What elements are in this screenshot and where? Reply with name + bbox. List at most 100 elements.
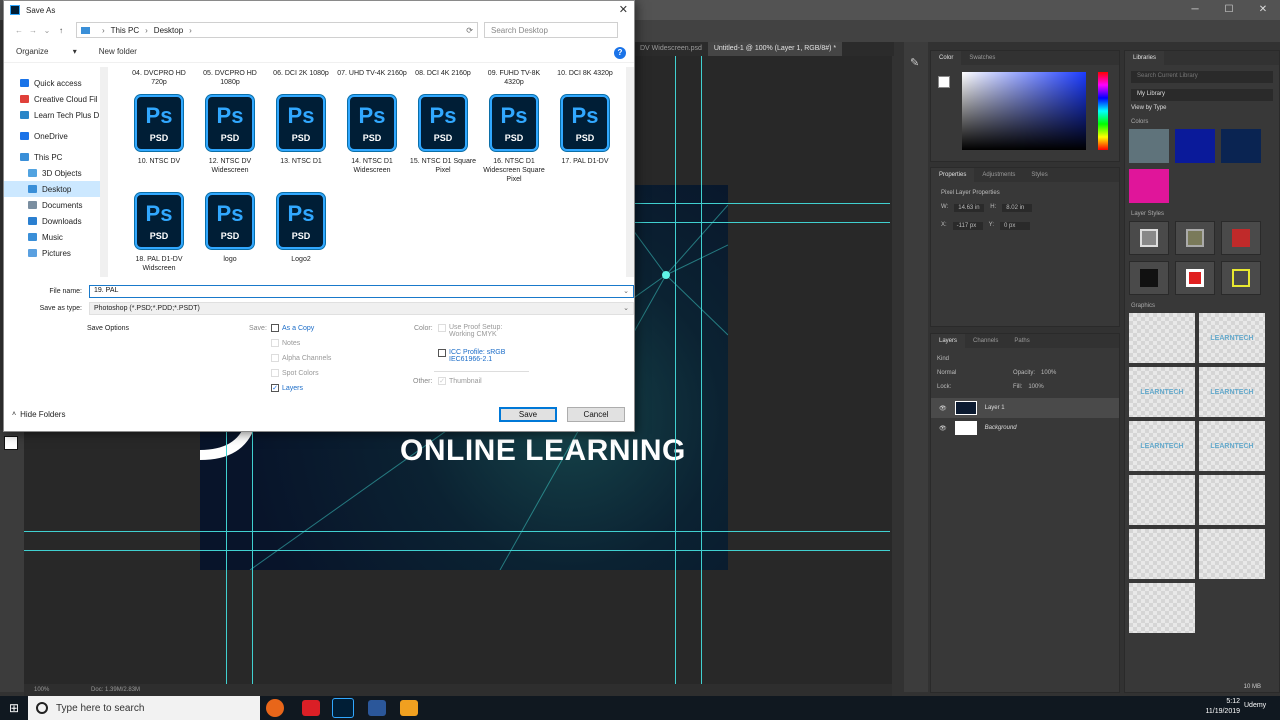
layers-checkbox[interactable]: ✓ Layers [271, 384, 303, 392]
nav-item[interactable]: Pictures [4, 245, 108, 261]
library-graphic-tile[interactable]: LEARNTECH [1129, 421, 1195, 471]
width-field[interactable]: 14.63 in [954, 204, 985, 212]
library-graphic-tile[interactable] [1129, 583, 1195, 633]
nav-item[interactable]: Desktop [4, 181, 108, 197]
refresh-icon[interactable]: ⟳ [466, 26, 473, 35]
height-field[interactable]: 8.02 in [1002, 204, 1033, 212]
psd-file-icon[interactable]: Ps PSD [135, 95, 183, 151]
nav-item[interactable]: Music [4, 229, 108, 245]
hue-slider[interactable] [1098, 72, 1108, 150]
psd-file-icon[interactable]: Ps PSD [206, 193, 254, 249]
file-name-label[interactable]: logo [195, 255, 265, 264]
blend-mode-select[interactable]: Normal [937, 370, 1007, 376]
library-graphic-tile[interactable] [1199, 529, 1265, 579]
library-graphic-tile[interactable] [1129, 529, 1195, 579]
style-tile[interactable] [1175, 221, 1215, 255]
minimize-icon[interactable]: ─ [1178, 0, 1212, 20]
file-name-label[interactable]: 16. NTSC D1 Widescreen Square Pixel [479, 157, 549, 184]
chevron-down-icon[interactable]: ⌄ [623, 304, 629, 312]
psd-file-icon[interactable]: Ps PSD [277, 193, 325, 249]
library-graphic-tile[interactable]: LEARNTECH [1129, 367, 1195, 417]
library-graphic-tile[interactable]: LEARNTECH [1199, 313, 1265, 363]
tab-styles[interactable]: Styles [1023, 168, 1055, 182]
file-name-label[interactable]: Logo2 [266, 255, 336, 264]
x-field[interactable]: -117 px [952, 222, 983, 230]
guide-vertical[interactable] [675, 56, 676, 684]
dialog-search-input[interactable]: Search Desktop [484, 22, 618, 38]
library-color-swatch[interactable] [1129, 169, 1169, 203]
y-field[interactable]: 0 px [1000, 222, 1031, 230]
windows-start-icon[interactable]: ⊞ [0, 696, 28, 720]
forward-arrow-icon[interactable]: → [26, 26, 40, 35]
library-graphic-tile[interactable]: LEARNTECH [1199, 421, 1265, 471]
guide-horizontal[interactable] [24, 531, 890, 532]
library-graphic-tile[interactable] [1129, 475, 1195, 525]
style-tile[interactable] [1221, 261, 1261, 295]
nav-item[interactable]: Documents [4, 197, 108, 213]
tab-swatches[interactable]: Swatches [961, 51, 1003, 65]
firefox-icon[interactable] [266, 699, 284, 717]
style-tile[interactable] [1221, 221, 1261, 255]
breadcrumb-desktop[interactable]: Desktop [154, 26, 183, 35]
guide-vertical[interactable] [252, 432, 253, 684]
word-icon[interactable] [368, 700, 386, 716]
system-clock[interactable]: 5:12 11/19/2019 [1200, 697, 1240, 717]
fill-value[interactable]: 100% [1028, 384, 1043, 390]
tab-document-1[interactable]: DV Widescreen.psd [634, 42, 708, 56]
as-a-copy-checkbox[interactable]: As a Copy [271, 324, 314, 332]
psd-file-icon[interactable]: Ps PSD [490, 95, 538, 151]
app-icon[interactable] [400, 700, 418, 716]
guide-horizontal[interactable] [634, 203, 890, 204]
back-arrow-icon[interactable]: ← [12, 26, 26, 35]
tab-color[interactable]: Color [931, 51, 962, 65]
nav-item[interactable]: OneDrive [4, 128, 108, 144]
style-tile[interactable] [1129, 261, 1169, 295]
library-color-swatch[interactable] [1221, 129, 1261, 163]
psd-file-icon[interactable]: Ps PSD [277, 95, 325, 151]
file-name-label[interactable]: 18. PAL D1-DV Widscreen [124, 255, 194, 273]
cancel-button[interactable]: Cancel [567, 407, 625, 422]
photoshop-taskbar-icon[interactable] [332, 698, 354, 718]
layer-kind-filter[interactable]: Kind [931, 348, 1119, 362]
library-select[interactable]: My Library [1131, 89, 1273, 101]
color-field[interactable] [962, 72, 1086, 150]
nav-item[interactable]: Quick access [4, 75, 108, 91]
eye-icon[interactable]: 👁 [939, 425, 947, 432]
nav-scrollbar[interactable] [100, 67, 108, 277]
style-tile[interactable] [1175, 261, 1215, 295]
file-scrollbar[interactable] [626, 67, 634, 277]
icc-profile-checkbox[interactable]: ICC Profile: sRGB IEC61966-2.1 [438, 349, 528, 363]
close-icon[interactable]: ✕ [1246, 0, 1280, 20]
hide-folders-toggle[interactable]: ˄ Hide Folders [12, 410, 65, 419]
library-search-input[interactable]: Search Current Library [1131, 71, 1273, 83]
brush-icon[interactable]: ✎ [910, 56, 922, 69]
address-bar[interactable]: › This PC › Desktop › ⟳ [76, 22, 478, 38]
library-graphic-tile[interactable] [1129, 313, 1195, 363]
guide-horizontal[interactable] [634, 222, 890, 223]
library-color-swatch[interactable] [1129, 129, 1169, 163]
eye-icon[interactable]: 👁 [939, 405, 947, 412]
psd-file-icon[interactable]: Ps PSD [206, 95, 254, 151]
psd-file-icon[interactable]: Ps PSD [419, 95, 467, 151]
tab-paths[interactable]: Paths [1006, 334, 1037, 348]
acrobat-icon[interactable] [302, 700, 320, 716]
library-graphic-tile[interactable]: LEARNTECH [1199, 367, 1265, 417]
chevron-down-icon[interactable]: ⌄ [623, 287, 629, 295]
new-folder-button[interactable]: New folder [99, 47, 137, 56]
tab-channels[interactable]: Channels [965, 334, 1006, 348]
save-as-type-select[interactable]: Photoshop (*.PSD;*.PDD;*.PSDT) ⌄ [89, 302, 634, 315]
library-graphic-tile[interactable] [1199, 475, 1265, 525]
nav-item[interactable]: Downloads [4, 213, 108, 229]
file-name-label[interactable]: 15. NTSC D1 Square Pixel [408, 157, 478, 175]
guide-vertical[interactable] [701, 56, 702, 684]
layer-row[interactable]: 👁 Layer 1 [931, 398, 1119, 418]
psd-file-icon[interactable]: Ps PSD [348, 95, 396, 151]
tab-libraries[interactable]: Libraries [1125, 51, 1165, 65]
guide-horizontal[interactable] [24, 550, 890, 551]
nav-item[interactable]: 3D Objects [4, 165, 108, 181]
file-name-input[interactable]: 19. PAL ⌄ [89, 285, 634, 298]
tab-layers[interactable]: Layers [931, 334, 966, 348]
view-by-type[interactable]: View by Type [1131, 105, 1273, 111]
style-tile[interactable] [1129, 221, 1169, 255]
nav-item[interactable]: Creative Cloud Fil [4, 91, 108, 107]
